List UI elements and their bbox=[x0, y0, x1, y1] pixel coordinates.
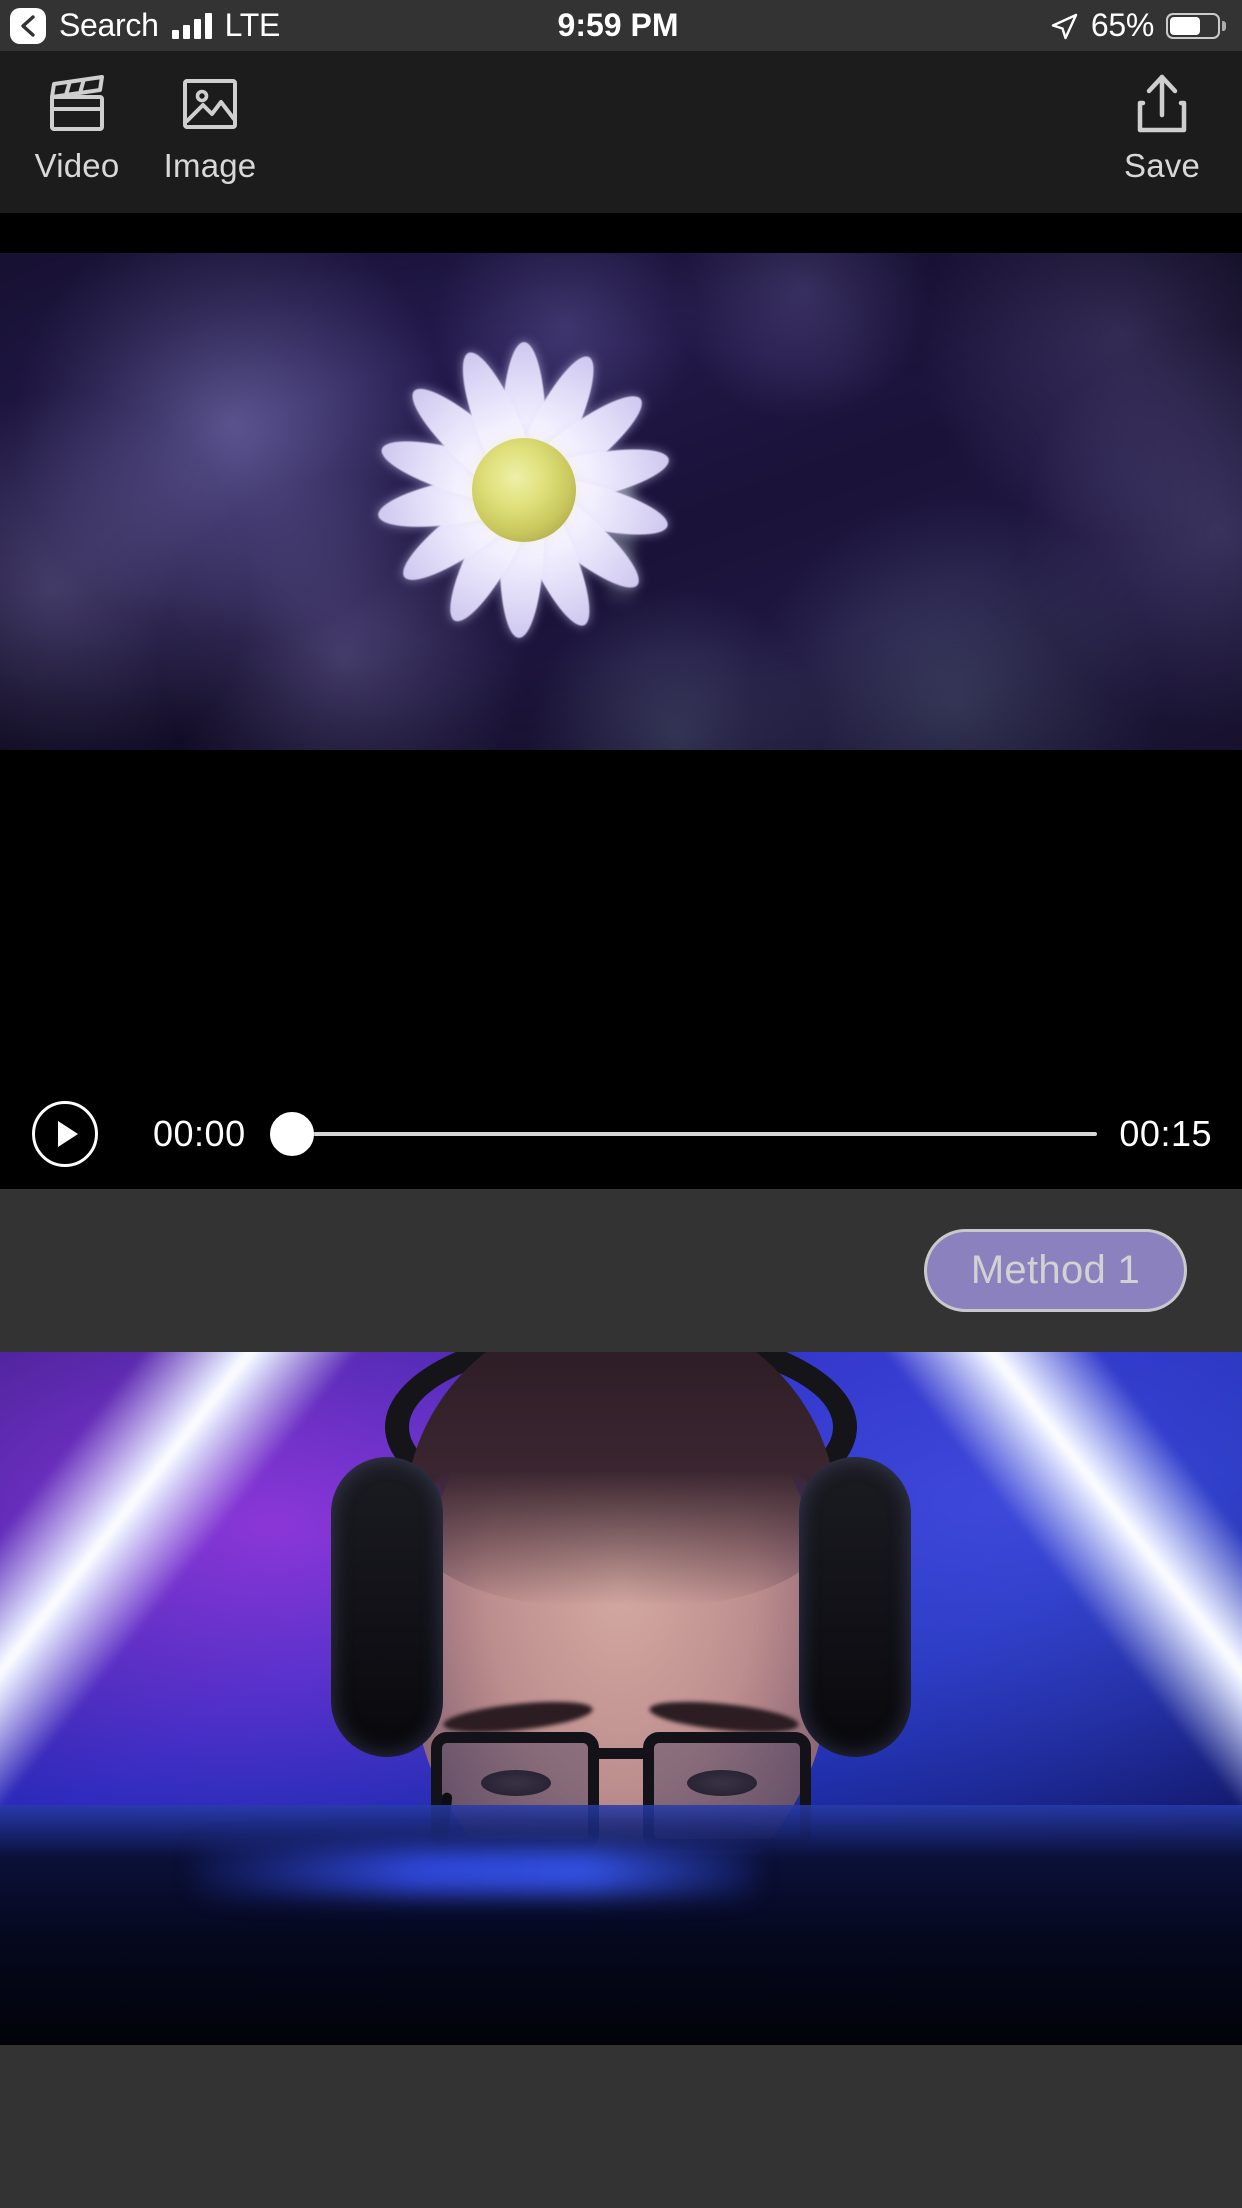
share-upload-icon bbox=[1134, 69, 1190, 139]
desk-foreground bbox=[0, 1805, 1242, 2045]
image-tool-label: Image bbox=[163, 147, 257, 184]
headphone-cup-right bbox=[799, 1457, 911, 1757]
video-tool-label: Video bbox=[34, 147, 120, 184]
status-bar: Search LTE 9:59 PM 65% bbox=[0, 0, 1242, 51]
battery-icon bbox=[1166, 12, 1226, 39]
flower-video-preview[interactable] bbox=[0, 253, 1242, 750]
duration-label: 00:15 bbox=[1119, 1113, 1212, 1154]
seek-thumb[interactable] bbox=[269, 1112, 314, 1156]
image-tool-button[interactable]: Image bbox=[155, 69, 265, 185]
method-bar: Method 1 bbox=[0, 1189, 1242, 1352]
letterbox-top bbox=[0, 213, 1242, 253]
app-toolbar: Video Image Save bbox=[0, 51, 1242, 213]
letterbox-bottom bbox=[0, 750, 1242, 1079]
seek-slider[interactable] bbox=[269, 1101, 1098, 1167]
back-label: Search bbox=[59, 7, 159, 43]
headphone-cup-left bbox=[331, 1457, 443, 1757]
save-button[interactable]: Save bbox=[1102, 69, 1222, 185]
app-screen: Search LTE 9:59 PM 65% Video Image Save … bbox=[0, 0, 1242, 2208]
battery-percent-label: 65% bbox=[1090, 7, 1154, 43]
status-bar-center: 9:59 PM bbox=[558, 7, 679, 44]
person-hair bbox=[405, 1352, 837, 1606]
back-to-search-button[interactable] bbox=[10, 7, 46, 44]
video-tool-button[interactable]: Video bbox=[22, 69, 132, 185]
status-bar-right: 65% bbox=[678, 7, 1242, 44]
chevron-left-icon bbox=[21, 14, 35, 37]
monitor-glow bbox=[195, 1847, 755, 1895]
cellular-signal-icon bbox=[171, 12, 212, 39]
clapperboard-icon bbox=[46, 69, 108, 139]
save-label: Save bbox=[1123, 147, 1201, 184]
current-time-label: 00:00 bbox=[153, 1113, 246, 1154]
seek-track[interactable] bbox=[297, 1132, 1098, 1136]
location-arrow-icon bbox=[1051, 13, 1078, 39]
status-bar-left: Search LTE bbox=[0, 7, 558, 44]
photo-icon bbox=[181, 69, 239, 139]
gamer-video-preview[interactable] bbox=[0, 1352, 1242, 2045]
clock-time: 9:59 PM bbox=[557, 7, 679, 43]
play-button[interactable] bbox=[32, 1101, 98, 1167]
flower-vignette bbox=[0, 253, 1242, 750]
network-label: LTE bbox=[224, 7, 281, 43]
video-player-controls: 00:00 00:15 bbox=[0, 1079, 1242, 1189]
bottom-bar bbox=[0, 2045, 1242, 2208]
method-1-button[interactable]: Method 1 bbox=[923, 1229, 1187, 1312]
play-icon bbox=[57, 1121, 78, 1147]
